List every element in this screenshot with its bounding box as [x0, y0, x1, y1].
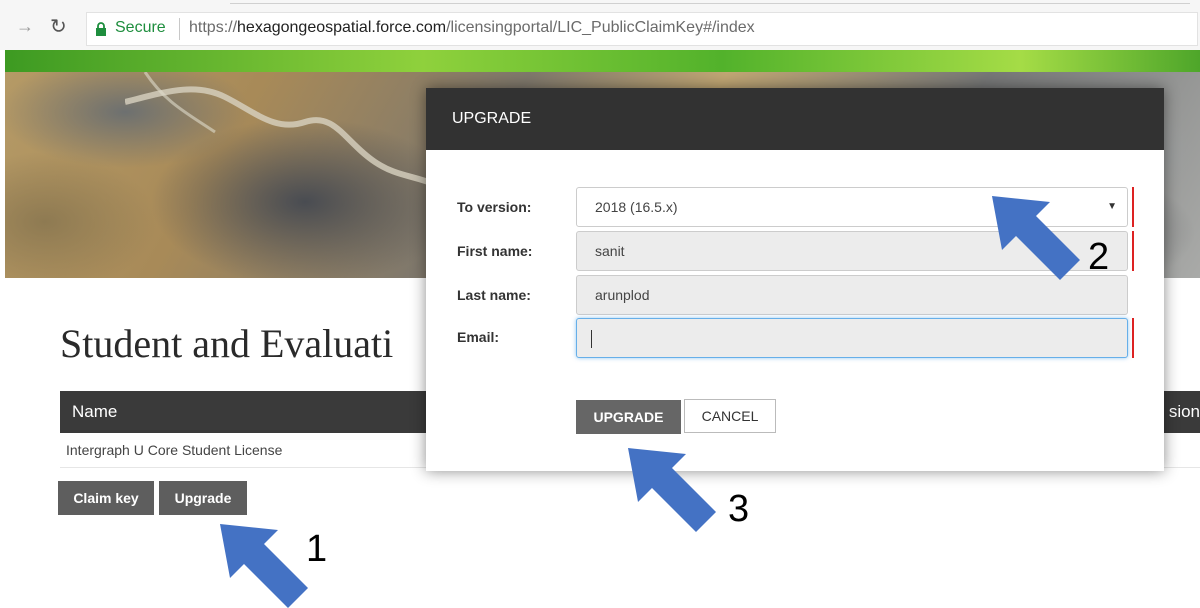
- step-number-3: 3: [728, 488, 750, 530]
- column-header-name: Name: [72, 402, 118, 421]
- browser-address-bar: → ↻ Secure https://hexagongeospatial.for…: [0, 0, 1200, 50]
- forward-icon[interactable]: →: [16, 16, 34, 37]
- upgrade-button[interactable]: Upgrade: [159, 481, 247, 515]
- email-field[interactable]: [576, 318, 1128, 358]
- url-text[interactable]: https://hexagongeospatial.force.com/lice…: [189, 19, 755, 37]
- green-header-strip: [5, 50, 1200, 72]
- reload-icon[interactable]: ↻: [50, 14, 67, 39]
- omnibox-separator: [179, 18, 180, 40]
- lock-icon: [96, 22, 106, 36]
- first-name-label: First name:: [457, 243, 533, 259]
- chevron-down-icon: ▼: [1107, 201, 1117, 212]
- tab-strip-edge: [230, 0, 1190, 4]
- arrow-step-2-icon: [992, 196, 1080, 280]
- url-prefix: https://: [189, 19, 238, 36]
- last-name-label: Last name:: [457, 287, 531, 303]
- dialog-header: UPGRADE: [426, 88, 1164, 150]
- dialog-upgrade-button[interactable]: UPGRADE: [576, 400, 681, 434]
- license-name-cell: Intergraph U Core Student License: [66, 442, 283, 458]
- url-host: hexagongeospatial.force.com: [237, 19, 447, 36]
- dialog-cancel-button[interactable]: CANCEL: [684, 399, 776, 433]
- step-number-1: 1: [306, 528, 328, 570]
- required-indicator: [1132, 231, 1134, 271]
- dialog-title: UPGRADE: [452, 110, 532, 127]
- text-cursor: [591, 330, 592, 349]
- first-name-value: sanit: [595, 243, 625, 259]
- page-title: Student and Evaluati: [60, 321, 394, 366]
- to-version-label: To version:: [457, 199, 532, 215]
- required-indicator: [1132, 318, 1134, 358]
- arrow-step-1-icon: [220, 524, 308, 608]
- url-omnibox[interactable]: Secure https://hexagongeospatial.force.c…: [86, 12, 1198, 46]
- email-label: Email:: [457, 329, 500, 345]
- last-name-value: arunplod: [595, 287, 650, 303]
- secure-label: Secure: [115, 19, 166, 36]
- to-version-value: 2018 (16.5.x): [595, 199, 678, 215]
- arrow-step-3-icon: [628, 448, 716, 532]
- river-graphic: [125, 72, 465, 205]
- claim-key-button[interactable]: Claim key: [58, 481, 154, 515]
- step-number-2: 2: [1088, 236, 1110, 278]
- url-path: /licensingportal/LIC_PublicClaimKey#/ind…: [446, 19, 755, 36]
- required-indicator: [1132, 187, 1134, 227]
